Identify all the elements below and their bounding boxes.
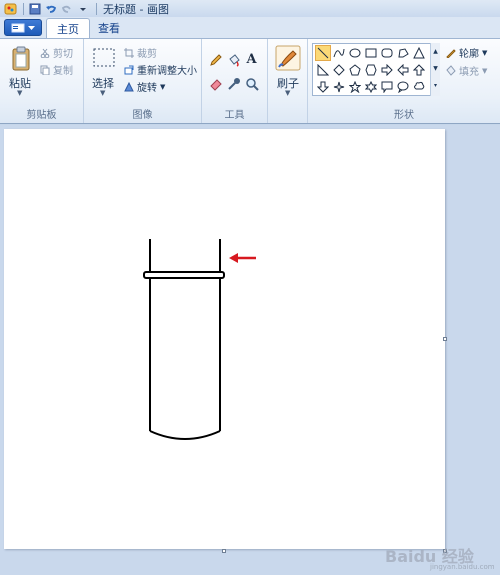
outline-button[interactable]: 轮廓 ▼: [445, 45, 487, 60]
paint-menu-button[interactable]: [4, 19, 42, 36]
resize-label: 重新调整大小: [137, 66, 197, 77]
tab-home[interactable]: 主页: [46, 18, 90, 38]
rounded-rectangle-shape-icon[interactable]: [379, 45, 395, 61]
clipboard-group-label: 剪贴板: [26, 110, 57, 121]
rotate-dropdown-icon[interactable]: ▼: [160, 83, 165, 91]
paint-app-icon[interactable]: [3, 2, 17, 15]
left-arrow-shape-icon[interactable]: [395, 62, 411, 78]
hexagon-shape-icon[interactable]: [363, 62, 379, 78]
copy-icon: [40, 65, 50, 75]
eraser-icon[interactable]: [207, 75, 224, 92]
image-group: 选择 ▼ 裁剪 重新调整大小 旋转 ▼ 图像: [84, 39, 202, 123]
fill-dropdown-icon[interactable]: ▼: [482, 67, 487, 75]
right-triangle-shape-icon[interactable]: [315, 62, 331, 78]
right-arrow-shape-icon[interactable]: [379, 62, 395, 78]
rectangle-shape-icon[interactable]: [363, 45, 379, 61]
workspace: Baidu 经验 jingyan.baidu.com: [0, 125, 500, 575]
quick-access-dropdown-icon[interactable]: [76, 2, 90, 15]
shapes-gallery: [312, 43, 440, 96]
resize-icon: [124, 65, 134, 74]
fill-icon: [446, 65, 456, 76]
paste-icon[interactable]: [10, 45, 32, 73]
text-tool-icon[interactable]: A: [243, 51, 260, 68]
expand-gallery-icon[interactable]: ▾: [431, 77, 440, 94]
oval-shape-icon[interactable]: [347, 45, 363, 61]
red-arrow-icon: [229, 253, 256, 263]
brush-icon[interactable]: [275, 45, 301, 71]
cut-button[interactable]: 剪切: [40, 45, 73, 60]
five-point-star-shape-icon[interactable]: [347, 79, 363, 95]
redo-icon[interactable]: [60, 2, 74, 15]
cut-label: 剪切: [53, 49, 73, 60]
canvas-resize-handle-right[interactable]: [443, 337, 447, 341]
title-bar: 无标题 - 画图: [0, 0, 500, 17]
up-arrow-shape-icon[interactable]: [411, 62, 427, 78]
watermark-url: jingyan.baidu.com: [430, 563, 495, 571]
tube-drawing: [143, 239, 225, 440]
paste-dropdown-icon[interactable]: ▼: [17, 89, 22, 97]
fill-button[interactable]: 填充 ▼: [445, 63, 487, 78]
fill-bucket-icon[interactable]: [225, 51, 242, 68]
brushes-dropdown-icon[interactable]: ▼: [285, 89, 290, 97]
diamond-shape-icon[interactable]: [331, 62, 347, 78]
rectangular-callout-shape-icon[interactable]: [379, 79, 395, 95]
rotate-icon: [124, 81, 134, 91]
six-point-star-shape-icon[interactable]: [363, 79, 379, 95]
ribbon-tab-row: 主页 查看: [0, 17, 500, 38]
clipboard-group: 粘贴 ▼ 剪切 复制 剪贴板: [0, 39, 84, 123]
crop-icon: [124, 47, 134, 58]
fill-label: 填充: [459, 67, 479, 78]
shapes-group-label: 形状: [394, 110, 414, 121]
select-icon[interactable]: [92, 47, 116, 69]
tools-group-label: 工具: [224, 110, 245, 121]
color-picker-icon[interactable]: [225, 75, 242, 92]
line-shape-icon[interactable]: [315, 45, 331, 61]
cloud-callout-shape-icon[interactable]: [411, 79, 427, 95]
rotate-label: 旋转: [137, 83, 157, 94]
tab-view[interactable]: 查看: [88, 18, 130, 38]
crop-button[interactable]: 裁剪: [124, 45, 157, 60]
polygon-shape-icon[interactable]: [395, 45, 411, 61]
resize-button[interactable]: 重新调整大小: [124, 62, 197, 77]
save-icon[interactable]: [28, 2, 42, 15]
scroll-up-icon[interactable]: ▲: [431, 43, 440, 60]
brushes-group: 刷子 ▼: [268, 39, 308, 123]
scroll-down-icon[interactable]: ▼: [431, 60, 440, 77]
four-point-star-shape-icon[interactable]: [331, 79, 347, 95]
oval-callout-shape-icon[interactable]: [395, 79, 411, 95]
shapes-scrollbar[interactable]: ▲ ▼ ▾: [430, 43, 440, 96]
copy-label: 复制: [53, 66, 73, 77]
crop-label: 裁剪: [137, 49, 157, 60]
magnifier-icon[interactable]: [243, 75, 260, 92]
outline-icon: [446, 49, 456, 58]
select-dropdown-icon[interactable]: ▼: [100, 89, 105, 97]
down-arrow-shape-icon[interactable]: [315, 79, 331, 95]
curve-shape-icon[interactable]: [331, 45, 347, 61]
outline-label: 轮廓: [459, 49, 479, 60]
window-title: 无标题 - 画图: [103, 2, 169, 16]
rotate-button[interactable]: 旋转 ▼: [124, 79, 165, 94]
chevron-down-icon: [28, 25, 35, 30]
tools-group: A 工具: [202, 39, 268, 123]
menu-icon: [11, 23, 25, 32]
triangle-shape-icon[interactable]: [411, 45, 427, 61]
scissors-icon: [40, 48, 50, 58]
image-group-label: 图像: [132, 110, 153, 121]
undo-icon[interactable]: [44, 2, 58, 15]
canvas-resize-handle-bottom[interactable]: [222, 549, 226, 553]
separator: [96, 2, 97, 15]
outline-dropdown-icon[interactable]: ▼: [482, 49, 487, 57]
copy-button[interactable]: 复制: [40, 62, 73, 77]
ribbon: 粘贴 ▼ 剪切 复制 剪贴板 选择 ▼ 裁剪 重新调整大小 旋转 ▼ 图像 A …: [0, 38, 500, 124]
separator: [23, 2, 24, 15]
pentagon-shape-icon[interactable]: [347, 62, 363, 78]
pencil-icon[interactable]: [207, 51, 224, 68]
drawing-canvas[interactable]: [4, 129, 445, 549]
